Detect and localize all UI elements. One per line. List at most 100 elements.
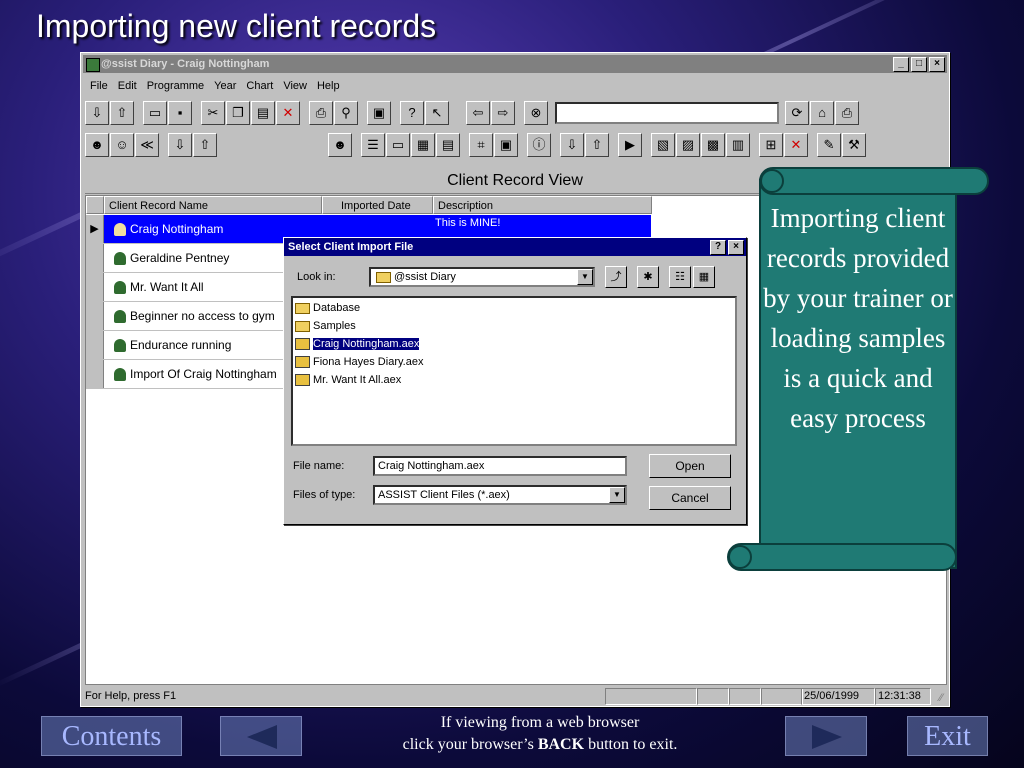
row-selector-icon[interactable]: ▶ <box>86 215 104 243</box>
close-button[interactable]: × <box>929 57 945 72</box>
contents-button[interactable]: Contents <box>41 716 182 756</box>
status-time: 12:31:38 <box>875 688 931 705</box>
next-button[interactable] <box>785 716 867 756</box>
client-import-icon[interactable]: ⇩ <box>168 133 192 157</box>
find-icon[interactable]: ⚲ <box>334 101 358 125</box>
record-import-icon[interactable]: ⇩ <box>560 133 584 157</box>
session-delete-icon[interactable]: ✕ <box>784 133 808 157</box>
forward-icon[interactable]: ⇨ <box>491 101 515 125</box>
table-row[interactable]: Endurance running <box>86 331 286 360</box>
menu-year[interactable]: Year <box>209 77 241 95</box>
menu-help[interactable]: Help <box>312 77 345 95</box>
menu-view[interactable]: View <box>278 77 312 95</box>
help-icon[interactable]: ? <box>400 101 424 125</box>
info-icon[interactable]: ⓘ <box>527 133 551 157</box>
client-move-icon[interactable]: ☺ <box>110 133 134 157</box>
cut-icon[interactable]: ✂ <box>201 101 225 125</box>
session-edit-icon[interactable]: ✎ <box>817 133 841 157</box>
client-add-icon[interactable]: ☻ <box>85 133 109 157</box>
status-pane <box>605 688 697 705</box>
client-name: Endurance running <box>130 338 232 352</box>
footer-back-text: BACK <box>537 736 585 753</box>
context-help-icon[interactable]: ↖ <box>425 101 449 125</box>
client-export-icon[interactable]: ⇧ <box>193 133 217 157</box>
resize-grip-icon[interactable]: ⁄⁄ <box>939 689 943 707</box>
footer-line-2: click your browser’s BACK button to exit… <box>330 734 750 756</box>
session-tools-icon[interactable]: ⚒ <box>842 133 866 157</box>
client-view-icon[interactable]: ☻ <box>328 133 352 157</box>
folder-icon <box>295 302 310 314</box>
save-icon[interactable]: ▪ <box>168 101 192 125</box>
previous-button[interactable] <box>220 716 302 756</box>
menu-file[interactable]: File <box>85 77 113 95</box>
list-item[interactable]: Craig Nottingham.aex <box>295 336 420 352</box>
list-view-icon[interactable]: ☷ <box>669 266 691 288</box>
client-back-icon[interactable]: ≪ <box>135 133 159 157</box>
menu-programme[interactable]: Programme <box>142 77 209 95</box>
row-selector[interactable] <box>86 360 104 388</box>
calendar-icon[interactable]: ▣ <box>494 133 518 157</box>
file-type-combo[interactable]: ASSIST Client Files (*.aex) ▼ <box>373 485 627 505</box>
chevron-down-icon[interactable]: ▼ <box>577 269 593 285</box>
cancel-button[interactable]: Cancel <box>649 486 731 510</box>
footer-note: If viewing from a web browser click your… <box>330 712 750 756</box>
list-item[interactable]: Fiona Hayes Diary.aex <box>295 354 423 370</box>
row-selector[interactable] <box>86 244 104 272</box>
status-pane <box>697 688 729 705</box>
table-row[interactable]: Import Of Craig Nottingham <box>86 360 286 389</box>
menu-chart[interactable]: Chart <box>241 77 278 95</box>
stop-icon[interactable]: ⊗ <box>524 101 548 125</box>
session-paste-icon[interactable]: ▨ <box>676 133 700 157</box>
row-selector[interactable] <box>86 302 104 330</box>
app-window-title: @ssist Diary - Craig Nottingham <box>101 58 270 70</box>
table-row[interactable]: Mr. Want It All <box>86 273 286 302</box>
delete-icon[interactable]: ✕ <box>276 101 300 125</box>
details-view-icon[interactable]: ▦ <box>693 266 715 288</box>
view-list-icon[interactable]: ☰ <box>361 133 385 157</box>
session-copy-icon[interactable]: ▧ <box>651 133 675 157</box>
row-selector[interactable] <box>86 273 104 301</box>
row-selector[interactable] <box>86 331 104 359</box>
copy-icon[interactable]: ❐ <box>226 101 250 125</box>
back-icon[interactable]: ⇦ <box>466 101 490 125</box>
record-export-icon[interactable]: ⇧ <box>585 133 609 157</box>
view-month-icon[interactable]: ▤ <box>436 133 460 157</box>
home-icon[interactable]: ⌂ <box>810 101 834 125</box>
list-item[interactable]: Mr. Want It All.aex <box>295 372 401 388</box>
maximize-button[interactable]: □ <box>911 57 927 72</box>
up-folder-icon[interactable]: ⤴ <box>605 266 627 288</box>
import-icon[interactable]: ⇩ <box>85 101 109 125</box>
list-item[interactable]: Database <box>295 300 360 316</box>
paste-icon[interactable]: ▤ <box>251 101 275 125</box>
table-row[interactable]: Geraldine Pentney <box>86 244 286 273</box>
session-add-icon[interactable]: ▶ <box>618 133 642 157</box>
view-day-icon[interactable]: ▭ <box>386 133 410 157</box>
properties-icon[interactable]: ▣ <box>367 101 391 125</box>
minimize-button[interactable]: _ <box>893 57 909 72</box>
new-folder-icon[interactable]: ✱ <box>637 266 659 288</box>
navigation-combo[interactable] <box>555 102 779 124</box>
session-link-icon[interactable]: ▥ <box>726 133 750 157</box>
table-row[interactable]: Beginner no access to gym <box>86 302 286 331</box>
session-grid-icon[interactable]: ⊞ <box>759 133 783 157</box>
view-week-icon[interactable]: ▦ <box>411 133 435 157</box>
imported-person-icon <box>114 310 126 324</box>
list-item[interactable]: Samples <box>295 318 356 334</box>
export-icon[interactable]: ⇧ <box>110 101 134 125</box>
print-page-icon[interactable]: ⎙ <box>835 101 859 125</box>
print-icon[interactable]: ⎙ <box>309 101 333 125</box>
exit-button[interactable]: Exit <box>907 716 988 756</box>
file-name-field[interactable]: Craig Nottingham.aex <box>373 456 627 476</box>
chevron-down-icon[interactable]: ▼ <box>609 487 625 503</box>
chart-icon[interactable]: ⌗ <box>469 133 493 157</box>
menu-edit[interactable]: Edit <box>113 77 142 95</box>
column-header-name[interactable]: Client Record Name <box>104 196 322 214</box>
session-move-icon[interactable]: ▩ <box>701 133 725 157</box>
grid-corner <box>86 196 104 214</box>
file-name: Mr. Want It All.aex <box>313 374 402 386</box>
look-in-combo[interactable]: @ssist Diary ▼ <box>369 267 595 287</box>
open-icon[interactable]: ▭ <box>143 101 167 125</box>
open-button[interactable]: Open <box>649 454 731 478</box>
column-header-imported-date[interactable]: Imported Date <box>322 196 433 214</box>
refresh-icon[interactable]: ⟳ <box>785 101 809 125</box>
